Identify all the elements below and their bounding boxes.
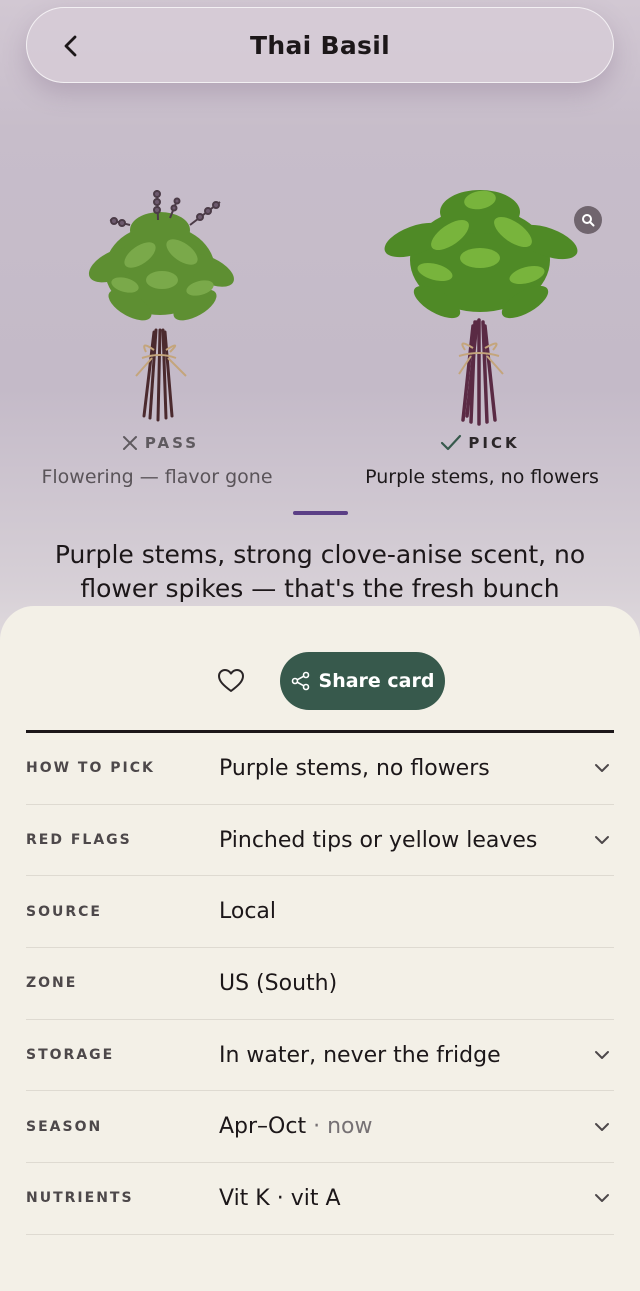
- chevron-down-icon[interactable]: [592, 1045, 612, 1065]
- details-list: HOW TO PICK Purple stems, no flowers RED F…: [26, 733, 614, 1235]
- pick-label: PICK: [468, 434, 520, 452]
- detail-value: Local: [219, 899, 276, 924]
- details-sheet: Share card HOW TO PICK Purple stems, no f…: [0, 606, 640, 1291]
- detail-label: RED FLAGS: [26, 832, 132, 849]
- back-button[interactable]: [53, 28, 89, 64]
- detail-label: NUTRIENTS: [26, 1190, 134, 1207]
- pick-verdict: PICK: [320, 434, 640, 452]
- zoom-button[interactable]: [574, 206, 602, 234]
- top-bar: Thai Basil: [26, 7, 614, 83]
- detail-value: Apr–Oct · now: [219, 1114, 373, 1139]
- detail-value: Vit K · vit A: [219, 1186, 341, 1211]
- chevron-left-icon: [64, 35, 77, 57]
- detail-value-text: Vit K · vit A: [219, 1185, 341, 1211]
- detail-row-zone: ZONE US (South): [26, 948, 614, 1020]
- share-icon: [291, 671, 309, 691]
- detail-row-nutrients[interactable]: NUTRIENTS Vit K · vit A: [26, 1163, 614, 1235]
- detail-row-season[interactable]: SEASON Apr–Oct · now: [26, 1091, 614, 1164]
- detail-value: In water, never the fridge: [219, 1043, 501, 1068]
- share-card-button[interactable]: Share card: [280, 652, 445, 710]
- chevron-down-icon[interactable]: [592, 1188, 612, 1208]
- detail-value: Pinched tips or yellow leaves: [219, 828, 537, 853]
- chevron-down-icon[interactable]: [592, 1117, 612, 1137]
- action-bar: Share card: [0, 652, 640, 710]
- pick-caption: Purple stems, no flowers: [365, 466, 599, 488]
- heart-icon: [218, 669, 244, 692]
- detail-row-storage[interactable]: STORAGE In water, never the fridge: [26, 1020, 614, 1092]
- x-icon: [122, 436, 137, 450]
- detail-value-text: Local: [219, 899, 277, 925]
- page-indicator: [293, 511, 348, 515]
- share-card-label: Share card: [318, 670, 435, 692]
- detail-value-text: Apr–Oct: [219, 1114, 307, 1140]
- detail-row-red-flags[interactable]: RED FLAGS Pinched tips or yellow leaves: [26, 805, 614, 877]
- detail-value-text: In water, never the fridge: [219, 1042, 501, 1068]
- pass-panel: PASS Flowering — flavor gone: [0, 170, 320, 500]
- chevron-down-icon[interactable]: [592, 830, 612, 850]
- pass-verdict: PASS: [0, 434, 320, 452]
- detail-value-text: US (South): [219, 970, 338, 996]
- summary-text: Purple stems, strong clove-anise scent, …: [54, 540, 586, 603]
- detail-label: ZONE: [26, 975, 78, 992]
- chevron-down-icon[interactable]: [592, 758, 612, 778]
- detail-value-text: Purple stems, no flowers: [219, 755, 490, 781]
- detail-label: SOURCE: [26, 903, 102, 920]
- page-title: Thai Basil: [250, 30, 390, 60]
- detail-value: Purple stems, no flowers: [219, 756, 490, 781]
- detail-row-source: SOURCE Local: [26, 876, 614, 949]
- detail-value-suffix: · now: [313, 1114, 373, 1140]
- detail-value-text: Pinched tips or yellow leaves: [219, 827, 538, 853]
- favorite-button[interactable]: [213, 664, 249, 698]
- pass-label: PASS: [144, 434, 200, 452]
- check-icon: [441, 434, 462, 451]
- detail-row-how-to-pick[interactable]: HOW TO PICK Purple stems, no flowers: [26, 733, 614, 805]
- detail-value: US (South): [219, 971, 337, 996]
- detail-label: HOW TO PICK: [26, 760, 155, 777]
- pass-caption: Flowering — flavor gone: [41, 466, 273, 488]
- magnifier-icon: [582, 214, 595, 227]
- detail-label: STORAGE: [26, 1047, 115, 1064]
- comparison-carousel[interactable]: PASS Flowering — flavor gone PICK Purple…: [0, 170, 640, 500]
- detail-label: SEASON: [26, 1118, 103, 1135]
- fresh-basil-photo: [384, 190, 578, 426]
- flowering-basil-photo: [88, 189, 234, 422]
